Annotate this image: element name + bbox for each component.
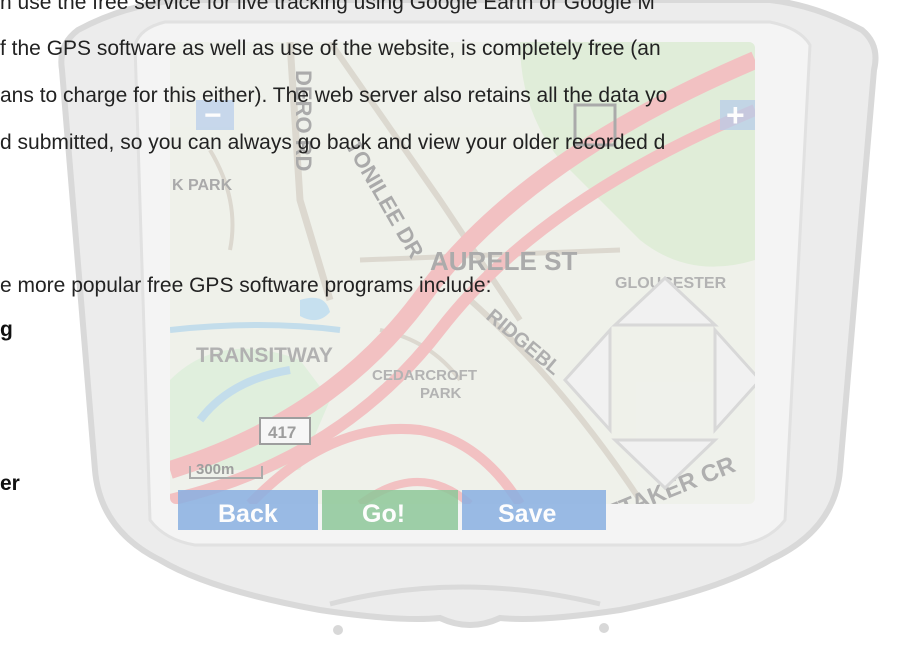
zoom-in-icon: +: [726, 97, 745, 133]
save-button-label: Save: [498, 500, 556, 528]
notch-right-dot: [599, 623, 609, 633]
list-item-1: g: [0, 318, 13, 341]
article-line-2: f the GPS software as well as use of the…: [0, 37, 661, 60]
go-button-label: Go!: [362, 500, 405, 528]
map-label-park-top: K PARK: [172, 177, 233, 194]
article-line-1: n use the free service for live tracking…: [0, 0, 655, 14]
page: K PARK DERO RD TONILEE DR AURELE ST GLOU…: [0, 0, 919, 653]
list-intro: e more popular free GPS software program…: [0, 274, 492, 297]
back-button-label: Back: [218, 500, 278, 528]
map-label-transitway: TRANSITWAY: [196, 344, 333, 367]
article-line-4: d submitted, so you can always go back a…: [0, 131, 666, 154]
map-scale-label: 300m: [196, 461, 234, 478]
save-button[interactable]: Save: [462, 490, 606, 530]
go-button[interactable]: Go!: [322, 490, 458, 530]
map-label-street: AURELE ST: [430, 246, 577, 276]
highway-shield-label: 417: [268, 423, 296, 442]
article-line-3: ans to charge for this either). The web …: [0, 84, 668, 107]
map-label-park: PARK: [420, 385, 462, 402]
map-label-cedarcroft: CEDARCROFT: [372, 367, 477, 384]
back-button[interactable]: Back: [178, 490, 318, 530]
highway-shield: 417: [259, 417, 311, 445]
zoom-in-button[interactable]: +: [720, 97, 755, 133]
notch-left-dot: [333, 625, 343, 635]
list-item-2: er: [0, 472, 20, 495]
